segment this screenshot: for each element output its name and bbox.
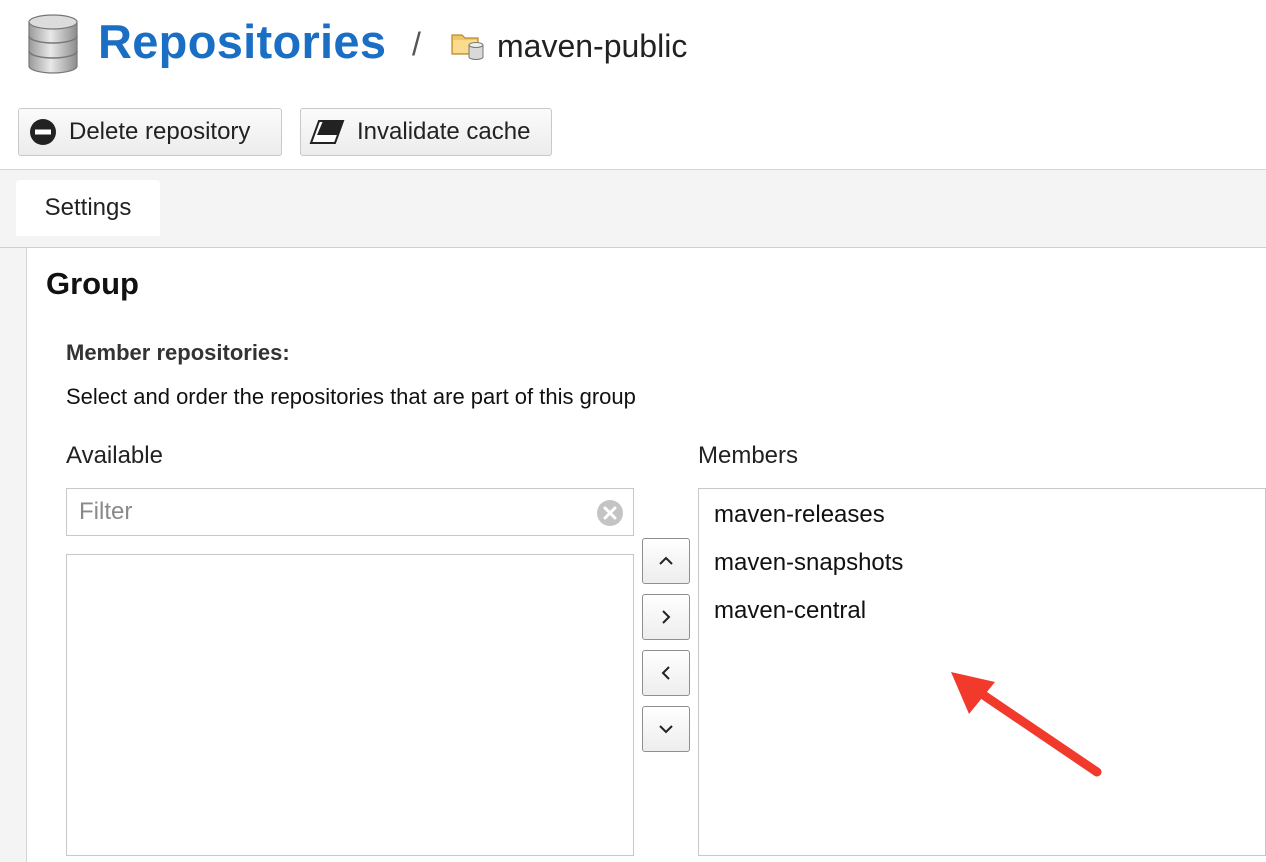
filter-input[interactable] [67,489,587,535]
move-up-button[interactable] [642,538,690,584]
member-item[interactable]: maven-central [714,597,866,625]
move-down-button[interactable] [642,706,690,752]
breadcrumb-separator: / [412,26,421,62]
eraser-icon [309,120,345,144]
section-title: Group [46,266,139,301]
breadcrumb-repo-name: maven-public [497,28,688,64]
page-header: Repositories / maven-public [0,0,1266,100]
invalidate-cache-label: Invalidate cache [357,118,531,145]
member-item[interactable]: maven-snapshots [714,549,903,577]
delete-repository-button[interactable]: Delete repository [18,108,282,156]
chevron-up-icon [659,556,673,565]
minus-circle-icon [30,119,56,145]
page-title[interactable]: Repositories [98,14,386,69]
chevron-down-icon [659,725,673,734]
move-right-button[interactable] [642,594,690,640]
tab-bar: Settings [0,170,1266,248]
chevron-right-icon [662,610,671,624]
member-repositories-label: Member repositories: [66,340,290,365]
database-icon [28,14,78,74]
delete-repository-label: Delete repository [69,118,251,145]
toolbar: Delete repository Invalidate cache [0,100,1266,170]
move-left-button[interactable] [642,650,690,696]
folder-database-icon [451,34,484,60]
members-label: Members [698,442,799,469]
clear-circle-icon[interactable] [596,499,624,527]
filter-field [66,488,634,536]
member-item[interactable]: maven-releases [714,501,885,529]
chevron-left-icon [661,666,670,680]
annotation-arrow [951,672,1102,777]
member-repositories-help: Select and order the repositories that a… [66,384,636,409]
available-label: Available [66,442,163,469]
tab-settings[interactable]: Settings [16,180,160,236]
invalidate-cache-button[interactable]: Invalidate cache [300,108,552,156]
available-list[interactable] [66,554,634,856]
